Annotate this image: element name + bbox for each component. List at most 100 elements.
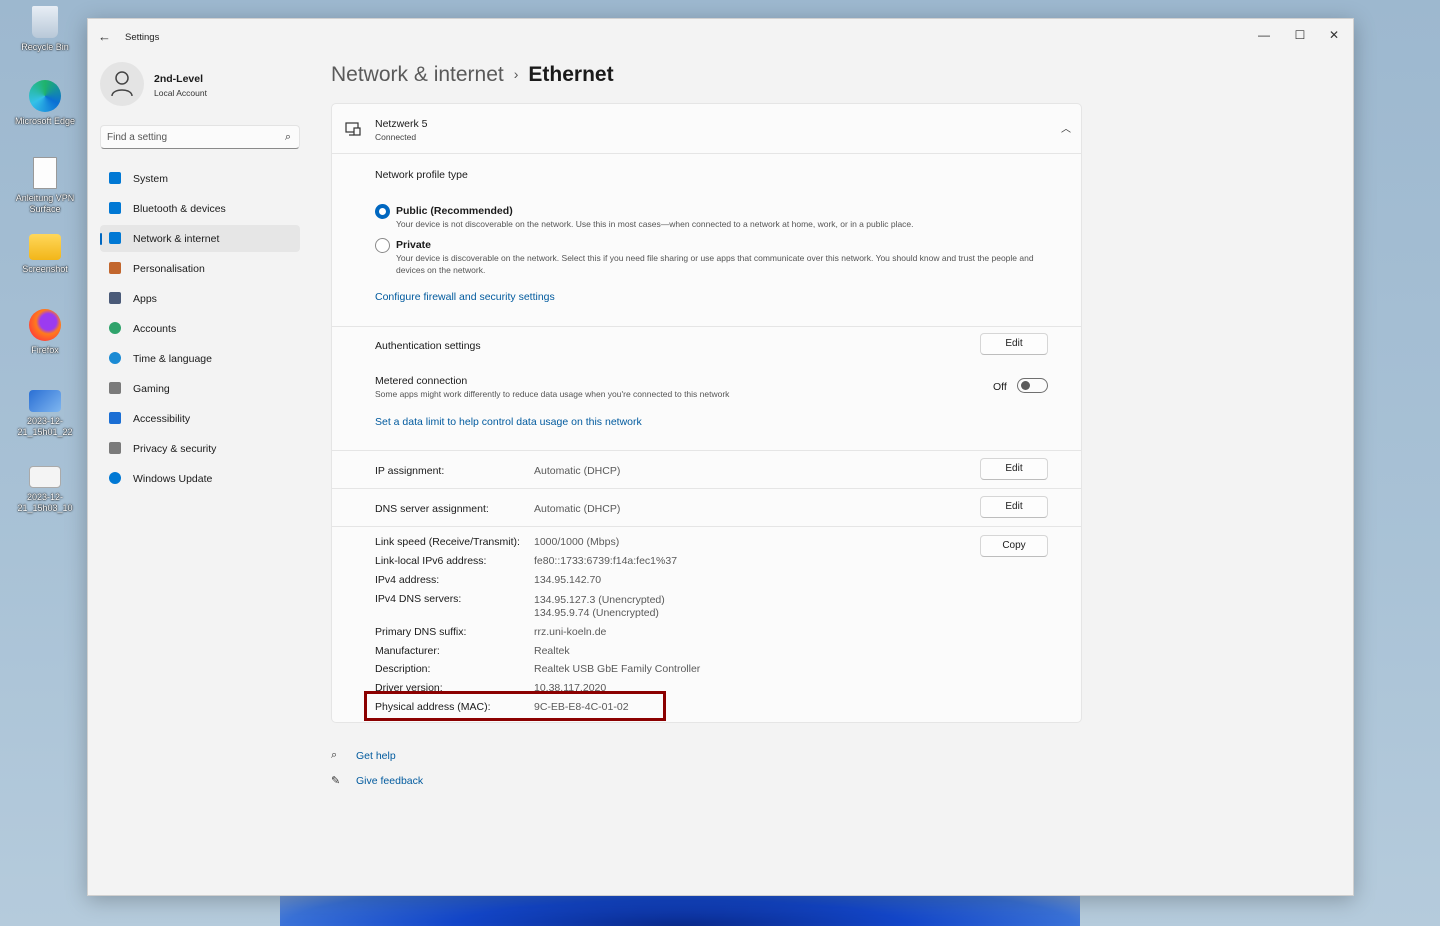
sidebar-item-system[interactable]: System bbox=[100, 165, 300, 192]
dns-server-value: 134.95.127.3 (Unencrypted) bbox=[534, 594, 665, 606]
feedback-icon: ✎ bbox=[331, 775, 341, 787]
accounts-icon bbox=[109, 322, 121, 334]
bluetooth-icon bbox=[109, 202, 121, 214]
manufacturer-label: Manufacturer: bbox=[375, 645, 440, 657]
user-icon bbox=[111, 71, 133, 97]
desktop-icon-firefox[interactable]: Firefox bbox=[4, 309, 86, 356]
accessibility-icon bbox=[109, 412, 121, 424]
ipv6-label: Link-local IPv6 address: bbox=[375, 555, 487, 567]
sidebar-item-label: Windows Update bbox=[133, 473, 213, 485]
desktop-icon-label: Firefox bbox=[31, 345, 59, 355]
dns-server-value: 134.95.9.74 (Unencrypted) bbox=[534, 607, 659, 619]
odt-document-icon bbox=[33, 157, 57, 189]
mac-highlight-box bbox=[364, 691, 666, 721]
desktop-icon-odt[interactable]: Anleitung VPN Surface bbox=[4, 157, 86, 215]
desktop-icon-image-1[interactable]: 2023-12-21_15h01_22 bbox=[4, 390, 86, 438]
help-icon: ⌕ bbox=[331, 749, 338, 761]
search-icon[interactable]: ⌕ bbox=[285, 131, 291, 144]
back-arrow-icon[interactable]: ← bbox=[98, 29, 114, 45]
minimize-button[interactable]: — bbox=[1247, 23, 1281, 47]
apps-icon bbox=[109, 292, 121, 304]
authentication-settings-label: Authentication settings bbox=[375, 340, 481, 352]
link-speed-label: Link speed (Receive/Transmit): bbox=[375, 536, 520, 548]
firefox-icon bbox=[29, 309, 61, 341]
avatar[interactable] bbox=[100, 62, 144, 106]
firewall-settings-link[interactable]: Configure firewall and security settings bbox=[375, 291, 555, 303]
private-label[interactable]: Private bbox=[396, 239, 431, 251]
desktop-icon-label: 2023-12-21_15h03_10 bbox=[17, 492, 73, 513]
desktop-icon-label: Anleitung VPN Surface bbox=[15, 193, 75, 214]
breadcrumb: Network & internet › Ethernet bbox=[331, 63, 614, 87]
sidebar-item-time-language[interactable]: Time & language bbox=[100, 345, 300, 372]
divider bbox=[332, 326, 1081, 327]
sidebar-item-label: Bluetooth & devices bbox=[133, 203, 226, 215]
network-status: Connected bbox=[375, 132, 417, 142]
description-label: Description: bbox=[375, 663, 431, 675]
dns-edit-button[interactable]: Edit bbox=[980, 496, 1048, 518]
link-speed-value: 1000/1000 (Mbps) bbox=[534, 536, 620, 548]
maximize-button[interactable]: ☐ bbox=[1283, 23, 1317, 47]
shield-icon bbox=[109, 442, 121, 454]
ip-assignment-value: Automatic (DHCP) bbox=[534, 465, 621, 477]
folder-icon bbox=[29, 234, 61, 260]
dns-suffix-value: rrz.uni-koeln.de bbox=[534, 626, 607, 638]
title-bar: ← Settings — ☐ ✕ bbox=[88, 19, 1353, 55]
public-radio[interactable] bbox=[375, 204, 390, 219]
toggle-knob bbox=[1021, 381, 1030, 390]
sidebar-item-gaming[interactable]: Gaming bbox=[100, 375, 300, 402]
public-label[interactable]: Public (Recommended) bbox=[396, 205, 513, 217]
wifi-icon bbox=[109, 232, 121, 244]
breadcrumb-separator: › bbox=[513, 66, 519, 82]
page-title: Ethernet bbox=[528, 63, 614, 86]
network-name: Netzwerk 5 bbox=[375, 118, 428, 130]
desktop-icon-image-2[interactable]: 2023-12-21_15h03_10 bbox=[4, 466, 86, 514]
sidebar-item-bluetooth-devices[interactable]: Bluetooth & devices bbox=[100, 195, 300, 222]
get-help-link[interactable]: Get help bbox=[356, 750, 396, 762]
sidebar-item-label: Privacy & security bbox=[133, 443, 217, 455]
edge-icon bbox=[29, 80, 61, 112]
sidebar-item-apps[interactable]: Apps bbox=[100, 285, 300, 312]
breadcrumb-parent[interactable]: Network & internet bbox=[331, 63, 504, 86]
ipv4-value: 134.95.142.70 bbox=[534, 574, 602, 586]
private-radio[interactable] bbox=[375, 238, 390, 253]
network-card: Netzwerk 5 Connected ︿ Network profile t… bbox=[331, 103, 1082, 723]
sidebar-item-personalisation[interactable]: Personalisation bbox=[100, 255, 300, 282]
ip-edit-button[interactable]: Edit bbox=[980, 458, 1048, 480]
close-button[interactable]: ✕ bbox=[1317, 23, 1351, 47]
desktop-icon-recycle-bin[interactable]: Recycle Bin bbox=[4, 6, 86, 53]
sidebar-item-label: Apps bbox=[133, 293, 157, 305]
desktop-icon-edge[interactable]: Microsoft Edge bbox=[4, 80, 86, 127]
metered-toggle[interactable] bbox=[1017, 378, 1048, 393]
settings-window: ← Settings — ☐ ✕ 2nd-Level Local Account… bbox=[87, 18, 1354, 896]
sidebar-item-network-internet[interactable]: Network & internet bbox=[100, 225, 300, 252]
search-box[interactable]: ⌕ bbox=[100, 125, 300, 149]
image-file-icon bbox=[29, 390, 61, 412]
desktop-icon-label: Microsoft Edge bbox=[14, 116, 76, 126]
sidebar-item-accessibility[interactable]: Accessibility bbox=[100, 405, 300, 432]
data-limit-link[interactable]: Set a data limit to help control data us… bbox=[375, 416, 642, 428]
desktop-icon-label: Screenshot bbox=[22, 264, 68, 274]
sidebar-item-label: Gaming bbox=[133, 383, 170, 395]
network-card-header[interactable]: Netzwerk 5 Connected ︿ bbox=[332, 104, 1081, 154]
chevron-up-icon[interactable]: ︿ bbox=[1061, 120, 1071, 135]
copy-button[interactable]: Copy bbox=[980, 535, 1048, 557]
metered-connection-label: Metered connection bbox=[375, 375, 468, 387]
sidebar-item-windows-update[interactable]: Windows Update bbox=[100, 465, 300, 492]
image-file-icon bbox=[29, 466, 61, 488]
desktop-icon-label: 2023-12-21_15h01_22 bbox=[17, 416, 73, 437]
give-feedback-link[interactable]: Give feedback bbox=[356, 775, 423, 787]
sidebar-item-privacy-security[interactable]: Privacy & security bbox=[100, 435, 300, 462]
auth-edit-button[interactable]: Edit bbox=[980, 333, 1048, 355]
desktop-icon-screenshot-folder[interactable]: Screenshot bbox=[4, 234, 86, 275]
sidebar-item-label: Personalisation bbox=[133, 263, 205, 275]
system-icon bbox=[109, 172, 121, 184]
sidebar-item-accounts[interactable]: Accounts bbox=[100, 315, 300, 342]
dns-assignment-label: DNS server assignment: bbox=[375, 503, 489, 515]
ipv6-value: fe80::1733:6739:f14a:fec1%37 bbox=[534, 555, 678, 567]
window-title: Settings bbox=[125, 32, 160, 43]
sidebar-item-label: Accessibility bbox=[133, 413, 191, 425]
divider bbox=[332, 488, 1081, 489]
recycle-bin-icon bbox=[32, 6, 58, 38]
metered-description: Some apps might work differently to redu… bbox=[375, 389, 730, 399]
search-input[interactable] bbox=[107, 130, 277, 144]
